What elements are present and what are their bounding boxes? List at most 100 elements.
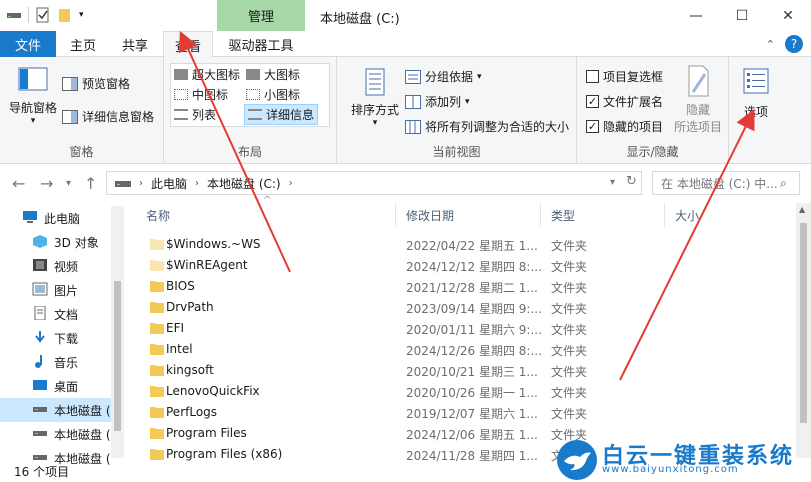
- nav-item[interactable]: 图片: [0, 278, 124, 302]
- tab-home[interactable]: 主页: [58, 31, 108, 57]
- group-by-button[interactable]: 分组依据 ▾: [405, 68, 482, 85]
- tab-share[interactable]: 共享: [110, 31, 160, 57]
- nav-pane-scrollbar[interactable]: [111, 206, 124, 458]
- file-row[interactable]: EFI 2020/01/11 星期六 9:... 文件夹: [136, 318, 796, 339]
- back-button[interactable]: ←: [12, 174, 25, 193]
- preview-pane-label: 预览窗格: [82, 77, 131, 91]
- search-input[interactable]: 在 本地磁盘 (C:) 中...: [652, 171, 800, 195]
- close-button[interactable]: ✕: [765, 0, 811, 31]
- sort-by-button[interactable]: 排序方式 ▾: [347, 67, 403, 128]
- column-header-date[interactable]: 修改日期: [396, 203, 541, 227]
- file-row[interactable]: BIOS 2021/12/28 星期二 1... 文件夹: [136, 276, 796, 297]
- file-row[interactable]: PerfLogs 2019/12/07 星期六 1... 文件夹: [136, 402, 796, 423]
- hidden-items-checkbox[interactable]: ✓: [586, 120, 599, 133]
- item-checkboxes-toggle[interactable]: 项目复选框: [586, 68, 663, 85]
- tab-file[interactable]: 文件: [0, 31, 56, 57]
- column-header-name[interactable]: 名称: [136, 203, 396, 227]
- add-column-button[interactable]: 添加列 ▾: [405, 93, 470, 110]
- file-type: 文件夹: [551, 239, 588, 253]
- sort-by-label: 排序方式: [350, 103, 399, 117]
- nav-item[interactable]: 本地磁盘 (: [0, 422, 124, 446]
- file-row[interactable]: DrvPath 2023/09/14 星期四 9:... 文件夹: [136, 297, 796, 318]
- up-button[interactable]: ↑: [84, 174, 97, 193]
- layout-details[interactable]: 详细信息: [244, 104, 319, 125]
- details-label: 详细信息: [266, 108, 315, 122]
- recent-locations-icon[interactable]: ▾: [66, 178, 71, 189]
- layout-medium-icons[interactable]: 中图标: [174, 86, 228, 103]
- group-show-hide: 项目复选框 ✓ 文件扩展名 ✓ 隐藏的项目 隐藏 所选项目 显示/隐藏: [577, 57, 729, 164]
- column-header-type[interactable]: 类型: [541, 203, 665, 227]
- ribbon-collapse-icon[interactable]: ⌃: [766, 38, 775, 51]
- preview-pane-button[interactable]: 预览窗格: [62, 75, 130, 92]
- file-date: 2020/10/21 星期三 1...: [406, 365, 538, 379]
- layout-list[interactable]: 列表: [174, 106, 216, 123]
- file-extensions-label: 文件扩展名: [603, 95, 664, 109]
- file-extensions-checkbox[interactable]: ✓: [586, 95, 599, 108]
- nav-item[interactable]: 桌面: [0, 374, 124, 398]
- chevron-right-icon: ›: [139, 177, 143, 189]
- window-title: 本地磁盘 (C:): [320, 12, 400, 27]
- title-bar: ▾ 管理 本地磁盘 (C:) — ☐ ✕: [0, 0, 811, 31]
- refresh-icon[interactable]: ↻: [626, 174, 637, 189]
- file-name: LenovoQuickFix: [166, 384, 260, 398]
- file-list-scrollbar-thumb[interactable]: [800, 223, 807, 423]
- maximize-button[interactable]: ☐: [719, 0, 765, 31]
- options-button[interactable]: 选项: [736, 67, 776, 120]
- file-row[interactable]: $WinREAgent 2024/12/12 星期四 8:... 文件夹: [136, 255, 796, 276]
- file-type: 文件夹: [551, 386, 588, 400]
- new-folder-icon[interactable]: [57, 7, 73, 23]
- bird-logo-icon: [557, 440, 597, 480]
- layout-large-icons[interactable]: 大图标: [246, 66, 300, 83]
- file-row[interactable]: kingsoft 2020/10/21 星期三 1... 文件夹: [136, 360, 796, 381]
- address-dropdown-icon[interactable]: ▾: [610, 177, 615, 188]
- size-all-columns-button[interactable]: 将所有列调整为合适的大小: [405, 118, 569, 135]
- nav-item[interactable]: 下载: [0, 326, 124, 350]
- file-row[interactable]: LenovoQuickFix 2020/10/26 星期一 1... 文件夹: [136, 381, 796, 402]
- chevron-right-icon: ›: [195, 177, 200, 189]
- nav-item[interactable]: 本地磁盘 (: [0, 398, 124, 422]
- hidden-items-toggle[interactable]: ✓ 隐藏的项目: [586, 118, 663, 135]
- nav-item[interactable]: 视频: [0, 254, 124, 278]
- nav-pane-scrollbar-thumb[interactable]: [114, 281, 121, 431]
- layout-small-icons[interactable]: 小图标: [246, 86, 300, 103]
- tab-view[interactable]: 查看: [163, 31, 213, 58]
- nav-item[interactable]: 文档: [0, 302, 124, 326]
- breadcrumb-pc[interactable]: 此电脑: [151, 175, 187, 192]
- address-box[interactable]: › 此电脑 › 本地磁盘 (C:) ›: [106, 171, 642, 195]
- item-checkboxes-checkbox[interactable]: [586, 70, 599, 83]
- size-columns-icon: [405, 119, 421, 134]
- column-header-size[interactable]: 大小: [665, 203, 796, 227]
- nav-item-label: 此电脑: [44, 211, 81, 226]
- properties-icon[interactable]: [35, 7, 51, 23]
- file-row[interactable]: $Windows.~WS 2022/04/22 星期五 1... 文件夹: [136, 234, 796, 255]
- file-list-scrollbar[interactable]: ▲: [796, 203, 811, 458]
- size-all-columns-label: 将所有列调整为合适的大小: [425, 120, 570, 134]
- layout-xl-icons[interactable]: 超大图标: [174, 66, 240, 83]
- nav-pane-button[interactable]: 导航窗格 ▾: [6, 67, 60, 126]
- details-pane-button[interactable]: 详细信息窗格: [62, 108, 154, 125]
- file-name: Program Files: [166, 426, 247, 440]
- drive-icon: [32, 426, 48, 443]
- forward-button[interactable]: →: [40, 174, 53, 193]
- picture-icon: [32, 282, 48, 299]
- file-extensions-toggle[interactable]: ✓ 文件扩展名: [586, 93, 663, 110]
- preview-pane-icon: [62, 76, 78, 91]
- nav-item[interactable]: 3D 对象: [0, 230, 124, 254]
- options-icon: [743, 68, 769, 94]
- minimize-button[interactable]: —: [673, 0, 719, 31]
- group-by-label: 分组依据: [425, 70, 474, 84]
- nav-item[interactable]: 音乐: [0, 350, 124, 374]
- tab-drive-tools[interactable]: 驱动器工具: [218, 31, 304, 57]
- search-icon[interactable]: ⌕: [780, 176, 787, 191]
- nav-item[interactable]: 此电脑: [0, 206, 124, 230]
- hide-selected-button[interactable]: 隐藏 所选项目: [670, 65, 726, 135]
- file-type: 文件夹: [551, 344, 588, 358]
- help-icon[interactable]: ?: [785, 35, 803, 53]
- chevron-down-icon: ▾: [477, 71, 482, 82]
- qat-customize-icon[interactable]: ▾: [79, 10, 84, 20]
- scroll-up-icon[interactable]: ▲: [799, 205, 805, 214]
- breadcrumb-drive[interactable]: 本地磁盘 (C:): [207, 175, 281, 192]
- file-row[interactable]: Intel 2024/12/26 星期四 8:... 文件夹: [136, 339, 796, 360]
- group-panes: 导航窗格 ▾ 预览窗格 详细信息窗格 窗格: [0, 57, 164, 164]
- drive-icon[interactable]: [6, 7, 22, 23]
